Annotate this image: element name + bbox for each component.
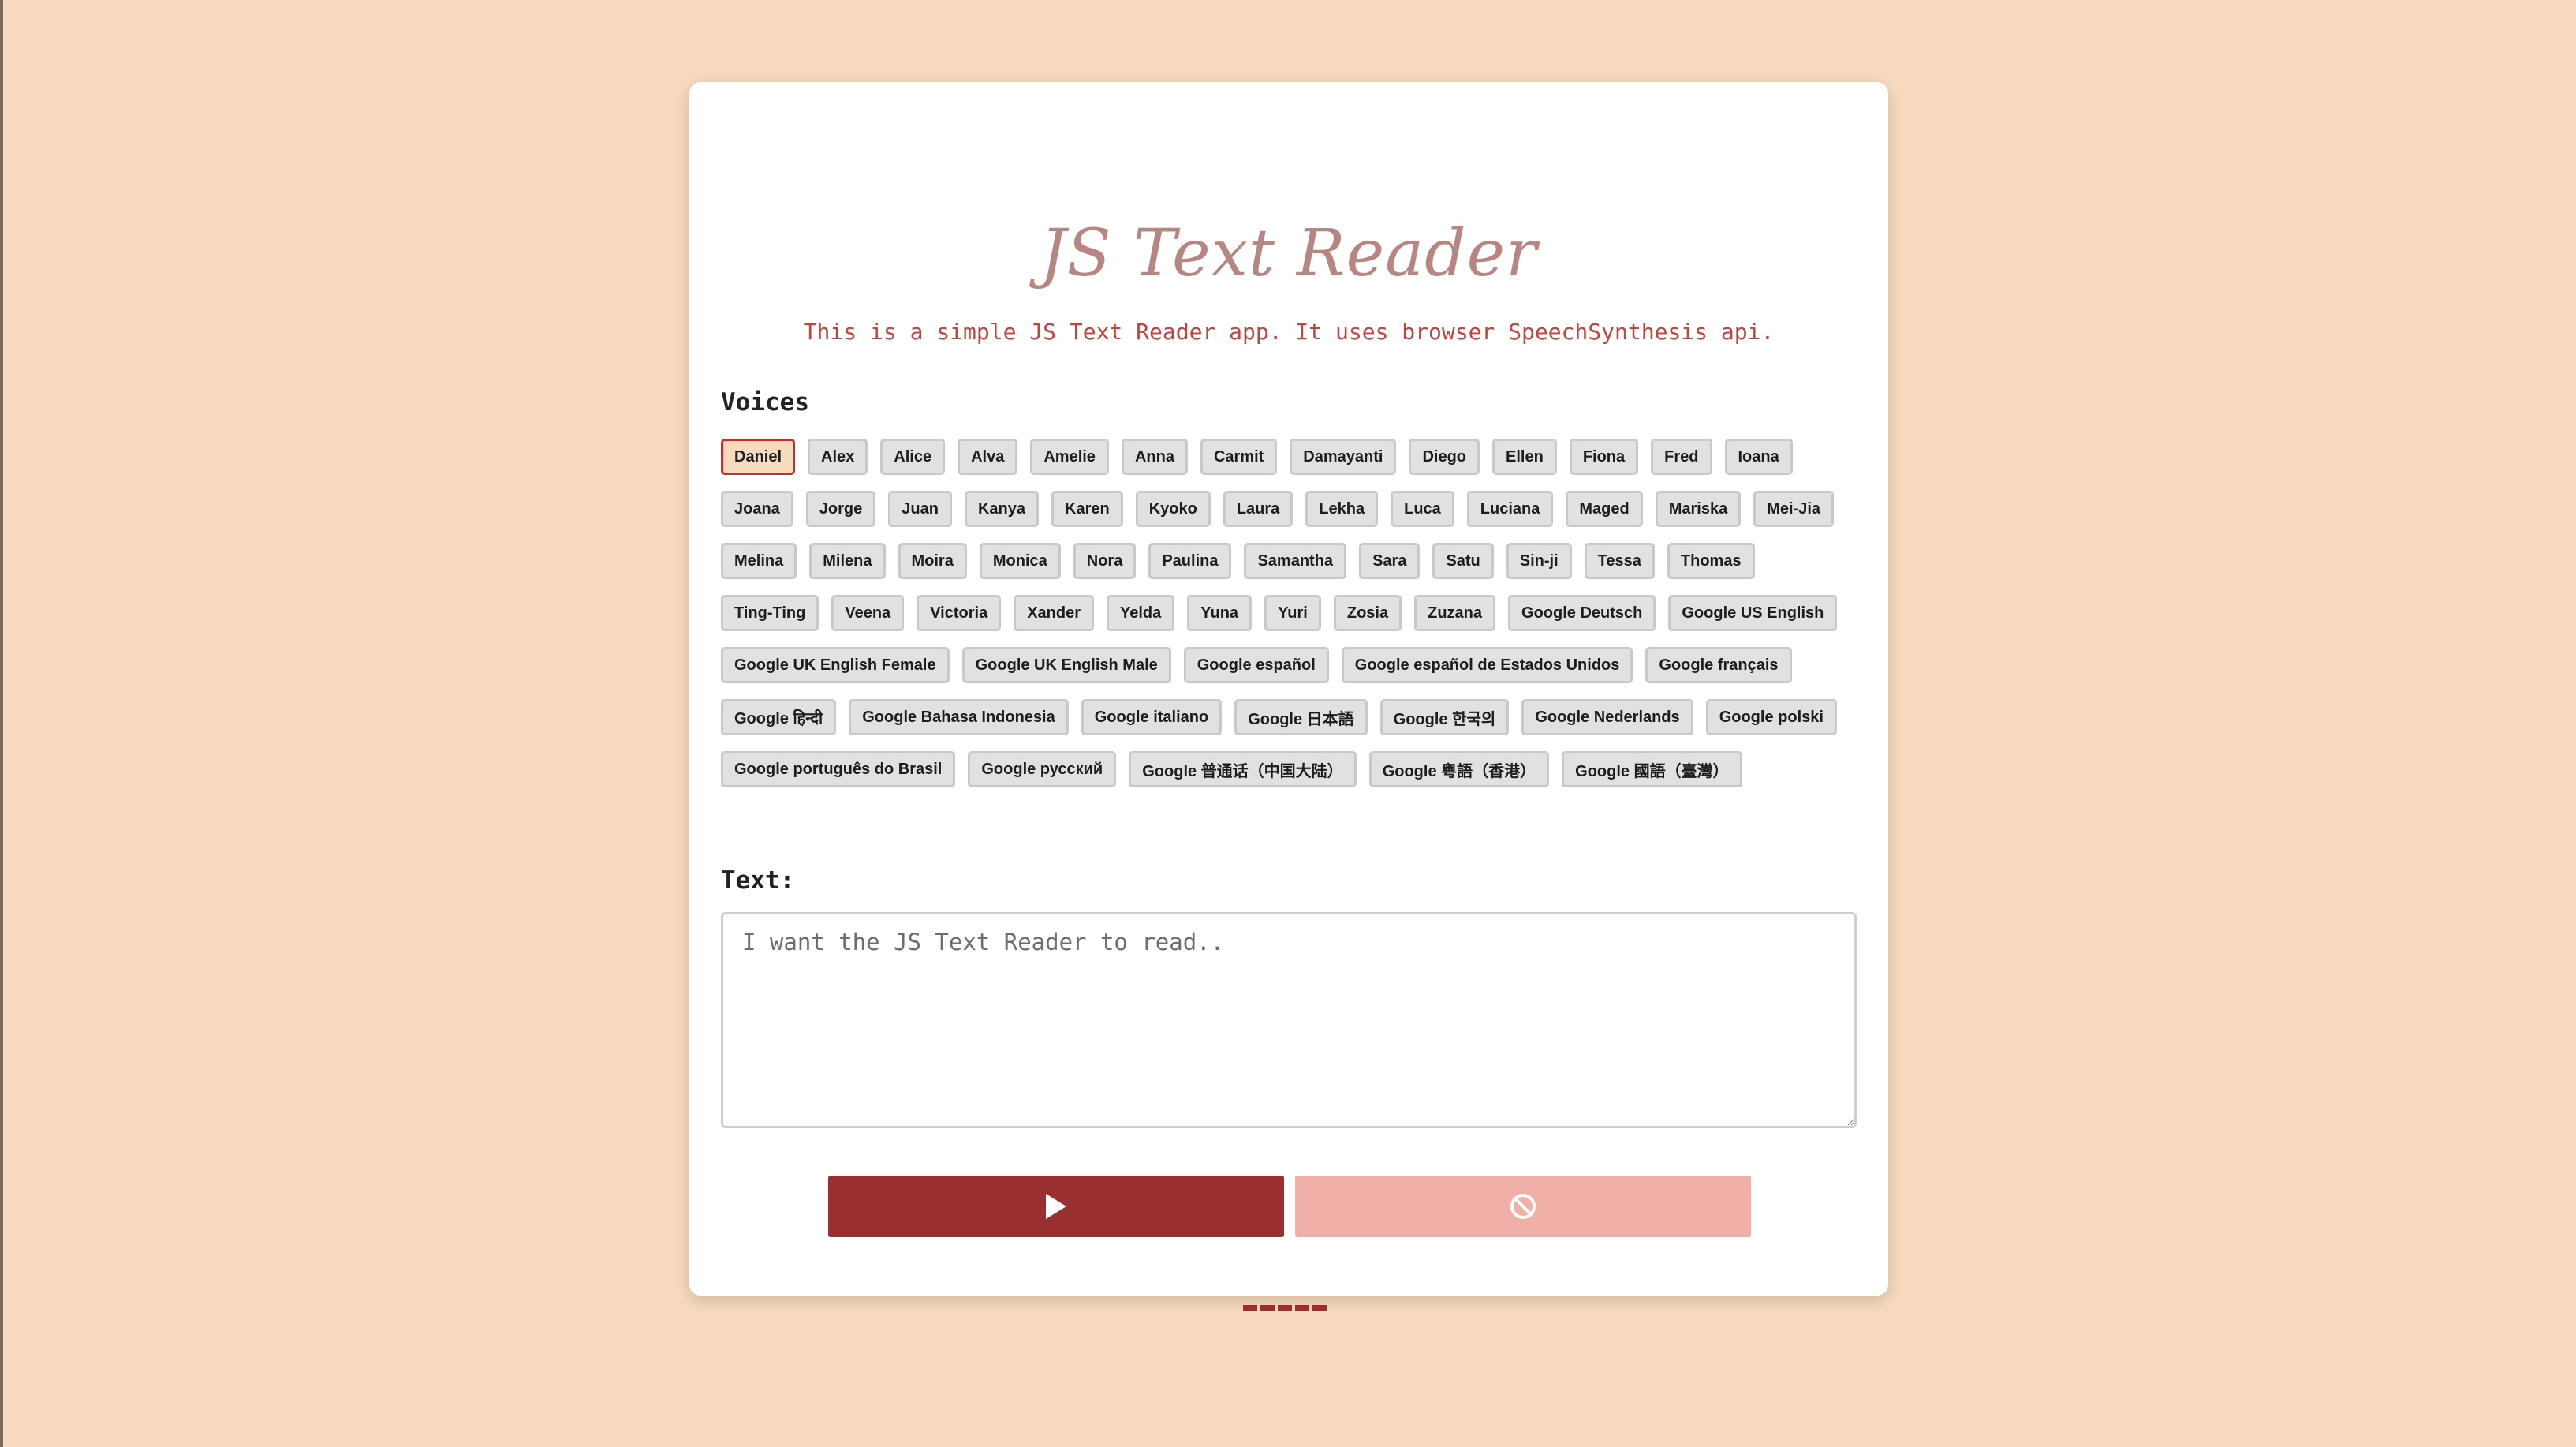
voice-list: Daniel Alex Alice Alva Amelie Anna Carmit Damay… bbox=[721, 439, 1857, 787]
voice-button[interactable]: Karen bbox=[1051, 491, 1123, 527]
voice-button[interactable]: Kyoko bbox=[1135, 491, 1211, 527]
voice-button[interactable]: Yelda bbox=[1107, 595, 1175, 631]
voice-button[interactable]: Google 國語（臺灣） bbox=[1562, 751, 1742, 787]
voice-button[interactable]: Victoria bbox=[917, 595, 1002, 631]
voice-button[interactable]: Luciana bbox=[1466, 491, 1554, 527]
voice-button[interactable]: Google UK English Female bbox=[721, 647, 950, 683]
app-title: JS Text Reader bbox=[1040, 216, 1538, 291]
voice-button[interactable]: Alex bbox=[808, 439, 868, 475]
loader-bar bbox=[1295, 1305, 1309, 1311]
voice-button[interactable]: Google हिन्दी bbox=[721, 699, 837, 735]
loader-bar bbox=[1278, 1305, 1292, 1311]
voice-button[interactable]: Laura bbox=[1223, 491, 1294, 527]
voice-button[interactable]: Maged bbox=[1566, 491, 1643, 527]
voice-button[interactable]: Alice bbox=[880, 439, 946, 475]
play-button[interactable] bbox=[828, 1176, 1284, 1237]
voice-button[interactable]: Amelie bbox=[1030, 439, 1109, 475]
text-heading: Text: bbox=[721, 866, 795, 895]
voice-button[interactable]: Google italiano bbox=[1081, 699, 1223, 735]
voice-button[interactable]: Monica bbox=[979, 543, 1061, 579]
voice-button[interactable]: Paulina bbox=[1148, 543, 1232, 579]
voice-button[interactable]: Ting-Ting bbox=[721, 595, 819, 631]
loader-bar bbox=[1243, 1305, 1257, 1311]
voice-button[interactable]: Alva bbox=[958, 439, 1018, 475]
voice-button[interactable]: Nora bbox=[1073, 543, 1137, 579]
voice-button[interactable]: Mei-Jia bbox=[1753, 491, 1835, 527]
voice-button[interactable]: Thomas bbox=[1667, 543, 1755, 579]
voice-button[interactable]: Google português do Brasil bbox=[721, 751, 956, 787]
voice-button[interactable]: Jorge bbox=[805, 491, 876, 527]
voice-button[interactable]: Google 普通话（中国大陆） bbox=[1129, 751, 1357, 787]
voice-button[interactable]: Yuri bbox=[1264, 595, 1321, 631]
voice-button[interactable]: Zuzana bbox=[1414, 595, 1496, 631]
voice-button[interactable]: Xander bbox=[1014, 595, 1094, 631]
loading-indicator bbox=[1243, 1305, 1327, 1311]
cancel-icon bbox=[1510, 1193, 1536, 1220]
voice-button[interactable]: Lekha bbox=[1305, 491, 1379, 527]
voice-button[interactable]: Google Nederlands bbox=[1521, 699, 1693, 735]
voice-button[interactable]: Google US English bbox=[1668, 595, 1838, 631]
voice-button[interactable]: Google Bahasa Indonesia bbox=[849, 699, 1069, 735]
voice-button[interactable]: Juan bbox=[888, 491, 952, 527]
voice-button[interactable]: Carmit bbox=[1200, 439, 1278, 475]
voice-button[interactable]: Kanya bbox=[964, 491, 1039, 527]
voice-button[interactable]: Mariska bbox=[1655, 491, 1742, 527]
voice-button[interactable]: Sin-ji bbox=[1506, 543, 1572, 579]
text-input[interactable] bbox=[721, 912, 1857, 1128]
loader-bar bbox=[1312, 1305, 1327, 1311]
voice-button[interactable]: Sara bbox=[1359, 543, 1421, 579]
voice-button[interactable]: Joana bbox=[721, 491, 793, 527]
voice-button[interactable]: Google 日本語 bbox=[1234, 699, 1368, 735]
voice-button[interactable]: Moira bbox=[898, 543, 967, 579]
voice-button[interactable]: Google русский bbox=[968, 751, 1117, 787]
voice-button[interactable]: Fiona bbox=[1569, 439, 1639, 475]
voice-button[interactable]: Ioana bbox=[1724, 439, 1793, 475]
voice-button[interactable]: Tessa bbox=[1584, 543, 1655, 579]
app-card: JS Text Reader This is a simple JS Text … bbox=[689, 82, 1888, 1311]
voice-button[interactable]: Google 한국의 bbox=[1379, 699, 1510, 735]
voice-button[interactable]: Google español de Estados Unidos bbox=[1341, 647, 1633, 683]
voice-button[interactable]: Google 粤語（香港） bbox=[1368, 751, 1550, 787]
voice-button[interactable]: Yuna bbox=[1187, 595, 1253, 631]
voice-button[interactable]: Daniel bbox=[721, 439, 796, 475]
voice-button[interactable]: Luca bbox=[1391, 491, 1454, 527]
loader-bar bbox=[1260, 1305, 1275, 1311]
window-edge bbox=[0, 0, 3, 1447]
voice-button[interactable]: Diego bbox=[1409, 439, 1480, 475]
app-subtitle: This is a simple JS Text Reader app. It … bbox=[803, 319, 1775, 345]
voice-button[interactable]: Zosia bbox=[1333, 595, 1402, 631]
voice-button[interactable]: Milena bbox=[809, 543, 886, 579]
voice-button[interactable]: Google español bbox=[1183, 647, 1329, 683]
voice-button[interactable]: Ellen bbox=[1492, 439, 1557, 475]
voice-button[interactable]: Satu bbox=[1432, 543, 1494, 579]
voice-button[interactable]: Melina bbox=[721, 543, 797, 579]
voice-button[interactable]: Google français bbox=[1645, 647, 1792, 683]
voice-button[interactable]: Google Deutsch bbox=[1508, 595, 1656, 631]
voice-button[interactable]: Google UK English Male bbox=[961, 647, 1171, 683]
voice-button[interactable]: Fred bbox=[1651, 439, 1712, 475]
voice-button[interactable]: Veena bbox=[831, 595, 905, 631]
voice-button[interactable]: Google polski bbox=[1705, 699, 1837, 735]
play-icon bbox=[1044, 1194, 1068, 1219]
stop-button[interactable] bbox=[1295, 1176, 1751, 1237]
voice-button[interactable]: Damayanti bbox=[1290, 439, 1397, 475]
voice-button[interactable]: Anna bbox=[1121, 439, 1188, 475]
voice-button[interactable]: Samantha bbox=[1244, 543, 1347, 579]
voices-heading: Voices bbox=[721, 388, 809, 417]
